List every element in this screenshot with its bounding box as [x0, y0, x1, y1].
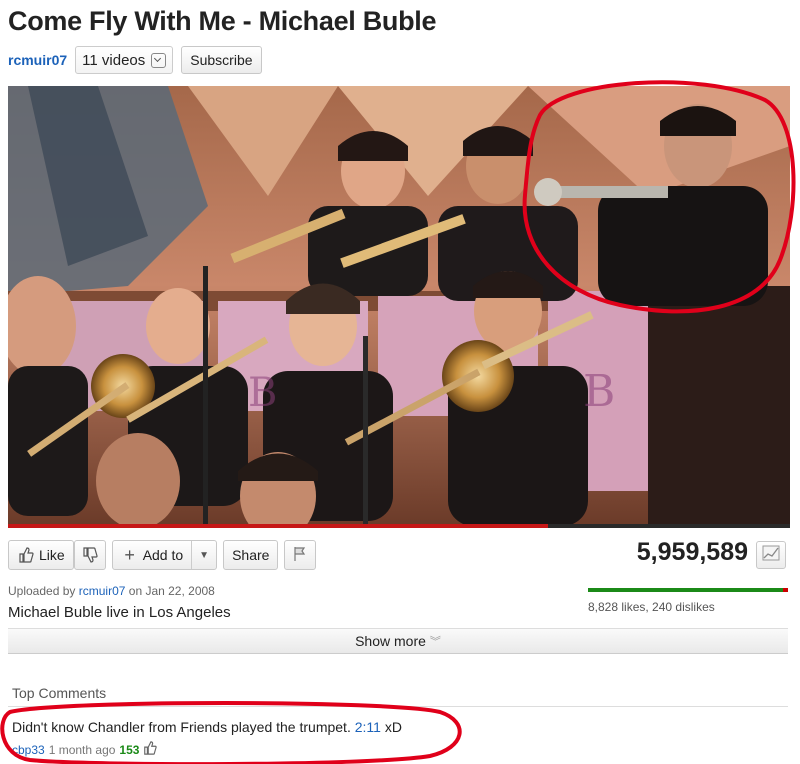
video-title: Come Fly With Me - Michael Buble [8, 6, 437, 36]
like-button[interactable]: Like [8, 540, 74, 570]
comment-score: 153 [119, 742, 140, 757]
bar-chart-icon [762, 545, 780, 566]
comment-age: 1 month ago [48, 742, 116, 757]
likes-ratio-bar [588, 588, 788, 592]
channel-row: rcmuir07 11 videos Subscribe [8, 46, 262, 74]
uploaded-date: on Jan 22, 2008 [128, 584, 215, 598]
plus-icon: + [124, 544, 135, 565]
video-count-dropdown[interactable]: 11 videos [75, 46, 174, 74]
likes-ratio-fill [588, 588, 783, 592]
video-progress-fill [8, 524, 548, 528]
action-bar: Like + Add to ▼ Share [8, 540, 317, 570]
dislike-button[interactable] [73, 540, 106, 570]
flag-button[interactable] [284, 540, 317, 570]
comment-body: Didn't know Chandler from Friends played… [12, 719, 351, 735]
thumbs-down-icon [81, 546, 99, 564]
svg-text:B: B [583, 366, 615, 417]
share-button[interactable]: Share [223, 540, 279, 570]
comment-meta: cbp33 1 month ago 153 [12, 741, 158, 758]
show-more-label: Show more [355, 633, 426, 649]
comment-body-tail: xD [384, 719, 402, 735]
comment-thumbs-up-icon[interactable] [143, 741, 158, 758]
video-player[interactable]: B B [8, 86, 790, 528]
comments-heading: Top Comments [12, 685, 107, 701]
uploader-link[interactable]: rcmuir07 [79, 584, 126, 598]
stats-button[interactable] [756, 541, 786, 569]
flag-icon [292, 546, 308, 565]
add-to-button[interactable]: + Add to ▼ [111, 540, 218, 570]
double-chevron-down-icon: ︾ [429, 636, 441, 648]
view-count: 5,959,589 [636, 538, 748, 566]
video-count-label: 11 videos [82, 51, 146, 69]
add-to-dropdown-chevron-icon[interactable]: ▼ [191, 541, 216, 569]
uploaded-prefix: Uploaded by [8, 584, 76, 598]
comment-timestamp-link[interactable]: 2:11 [355, 719, 381, 735]
subscribe-button[interactable]: Subscribe [181, 46, 262, 74]
like-label: Like [39, 547, 65, 563]
chevron-down-icon [151, 52, 167, 68]
comment-author-link[interactable]: cbp33 [12, 743, 45, 757]
upload-info: Uploaded by rcmuir07 on Jan 22, 2008 [8, 584, 215, 598]
video-frame-image: B B [8, 86, 790, 528]
likes-count-text: 8,828 likes, 240 dislikes [588, 600, 715, 614]
add-to-label: Add to [142, 547, 184, 563]
video-progress-bar[interactable] [8, 524, 790, 528]
channel-name-link[interactable]: rcmuir07 [8, 52, 67, 68]
thumbs-up-icon [17, 546, 35, 564]
svg-text:B: B [248, 370, 277, 416]
comments-divider [8, 706, 788, 707]
show-more-button[interactable]: Show more ︾ [8, 628, 788, 654]
video-description: Michael Buble live in Los Angeles [8, 604, 231, 621]
comment-text: Didn't know Chandler from Friends played… [12, 719, 402, 735]
